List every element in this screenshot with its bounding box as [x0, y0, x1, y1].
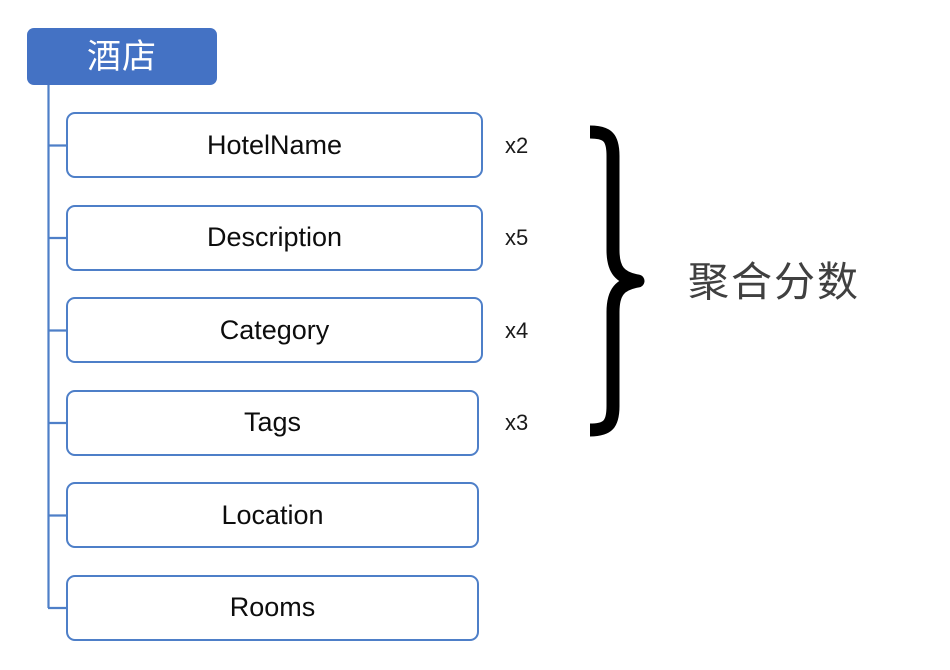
aggregate-score-label: 聚合分数: [688, 257, 860, 306]
field-node-label: Tags: [243, 407, 302, 437]
field-node-location[interactable]: Location: [66, 482, 479, 548]
diagram-canvas: 酒店 HotelName Description Category Tags L…: [0, 0, 950, 670]
field-node-description[interactable]: Description: [66, 204, 483, 271]
field-node-tags[interactable]: Tags: [66, 389, 479, 456]
root-node-label: 酒店: [87, 36, 157, 77]
multiplier-hotelname: x2: [505, 133, 529, 158]
multiplier-tags: x3: [505, 410, 529, 435]
field-node-label: HotelName: [206, 129, 343, 160]
field-node-label: Description: [206, 222, 343, 252]
field-node-hotelname[interactable]: HotelName: [66, 112, 483, 178]
field-node-label: Rooms: [229, 592, 316, 622]
multiplier-description: x5: [505, 225, 529, 250]
grouping-brace-icon: [589, 125, 645, 437]
field-node-label: Location: [221, 499, 324, 530]
field-node-rooms[interactable]: Rooms: [66, 574, 479, 641]
field-node-label: Category: [219, 314, 330, 345]
field-node-category[interactable]: Category: [66, 297, 483, 363]
multiplier-category: x4: [505, 318, 529, 343]
root-node-hotel[interactable]: 酒店: [27, 28, 217, 85]
